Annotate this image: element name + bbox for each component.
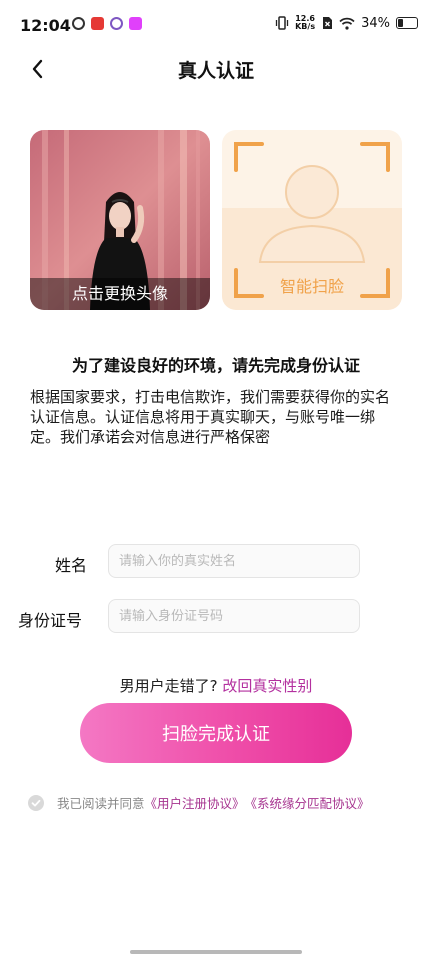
id-number-input[interactable] [108, 599, 360, 633]
status-time: 12:04 [20, 16, 71, 35]
battery-percent: 34% [361, 15, 390, 31]
battery-icon [396, 17, 418, 29]
matching-agreement-link[interactable]: 《系统缘分匹配协议》 [245, 793, 370, 812]
check-icon [31, 799, 41, 806]
app-notification-icon [72, 17, 85, 30]
red-app-notification-icon [91, 17, 104, 30]
network-speed: 12.6 KB/s [295, 15, 315, 31]
scan-verify-button[interactable]: 扫脸完成认证 [80, 703, 352, 763]
notification-icons [72, 17, 142, 30]
id-number-label: 身份证号 [18, 611, 83, 630]
nav-bar: 真人认证 [0, 50, 432, 90]
page-title: 真人认证 [177, 60, 254, 82]
change-avatar-label: 点击更换头像 [30, 278, 210, 310]
face-scan-label: 智能扫脸 [279, 277, 344, 296]
gender-prompt: 男用户走错了? [119, 677, 218, 695]
vibrate-icon [275, 16, 289, 30]
agreement-checkbox[interactable] [28, 794, 44, 811]
no-sim-icon [323, 17, 333, 29]
avatar-card[interactable]: 点击更换头像 [30, 130, 210, 310]
pink-app-notification-icon [129, 17, 142, 30]
agreement-prefix: 我已阅读并同意 [57, 796, 145, 811]
wifi-icon [339, 17, 355, 30]
real-name-input[interactable] [108, 544, 360, 578]
gender-prompt-line: 男用户走错了? 改回真实性别 [0, 675, 432, 696]
agreement-row: 我已阅读并同意 《用户注册协议》 《系统缘分匹配协议》 [28, 793, 370, 812]
home-indicator[interactable] [130, 950, 302, 954]
face-scan-card[interactable]: 智能扫脸 [222, 130, 402, 310]
change-gender-link[interactable]: 改回真实性别 [222, 677, 312, 695]
status-right: 12.6 KB/s 34% [275, 15, 418, 31]
name-label: 姓名 [55, 556, 88, 575]
circle-app-notification-icon [110, 17, 123, 30]
status-bar: 12:04 12.6 KB/s 34% [0, 0, 432, 50]
verification-description: 根据国家要求，打击电信欺诈，我们需要获得你的实名认证信息。认证信息将用于真实聊天… [30, 388, 391, 446]
verification-headline: 为了建设良好的环境，请先完成身份认证 [71, 356, 360, 375]
network-speed-unit: KB/s [295, 22, 316, 31]
user-registration-agreement-link[interactable]: 《用户注册协议》 [145, 793, 245, 812]
battery-level [398, 19, 403, 27]
